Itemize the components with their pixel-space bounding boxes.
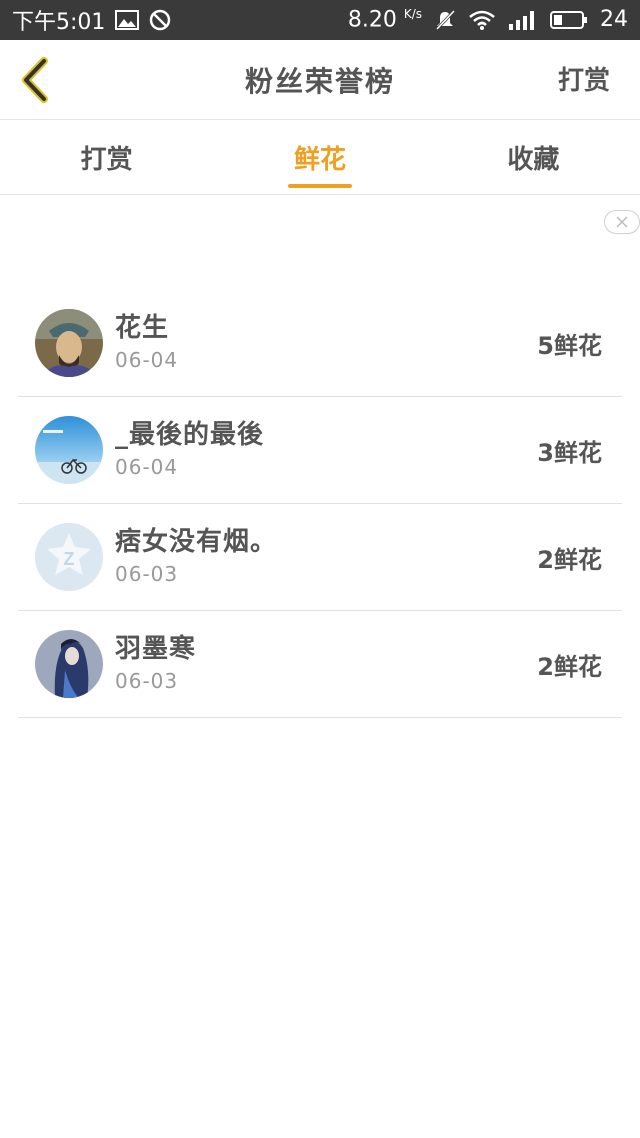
- avatar[interactable]: [35, 309, 103, 377]
- list-item[interactable]: 羽墨寒 06-03 2鲜花: [18, 611, 622, 718]
- user-name: _最後的最後: [115, 420, 265, 450]
- net-speed-value: 8.20: [347, 7, 397, 33]
- status-time: 下午5:01: [12, 10, 106, 35]
- tab-indicator: [287, 184, 352, 188]
- tab-flowers[interactable]: 鲜花: [213, 121, 426, 194]
- ad-close-button[interactable]: [604, 210, 640, 234]
- net-speed-unit: K/s: [403, 7, 422, 22]
- block-icon: [149, 9, 171, 31]
- tab-bar: 打赏 鲜花 收藏: [0, 121, 640, 195]
- wifi-icon: [468, 9, 496, 31]
- battery-level: 24: [600, 7, 628, 33]
- battery-icon: [550, 10, 588, 30]
- date: 06-04: [115, 348, 179, 372]
- flower-count: 5鲜花: [537, 331, 602, 360]
- list-item[interactable]: 花生 06-04 5鲜花: [18, 290, 622, 397]
- reward-button[interactable]: 打赏: [558, 60, 610, 97]
- signal-icon: [508, 10, 538, 30]
- chevron-left-icon: [22, 57, 48, 103]
- back-button[interactable]: [14, 54, 54, 106]
- status-bar: 下午5:01 8.20 K/s 24: [0, 0, 640, 40]
- tab-favorites[interactable]: 收藏: [427, 121, 640, 194]
- flower-count: 2鲜花: [537, 545, 602, 574]
- close-icon: [616, 216, 628, 228]
- avatar[interactable]: Z: [35, 523, 103, 591]
- tab-reward[interactable]: 打赏: [0, 121, 213, 194]
- mute-bell-icon: [434, 9, 456, 31]
- image-icon: [115, 10, 140, 30]
- avatar[interactable]: [35, 416, 103, 484]
- user-name: 花生: [115, 313, 170, 343]
- flower-count: 3鲜花: [537, 438, 602, 467]
- list-item[interactable]: _最後的最後 06-04 3鲜花: [18, 397, 622, 504]
- tab-label: 收藏: [507, 145, 560, 175]
- user-name: 羽墨寒: [115, 634, 197, 664]
- date: 06-03: [115, 669, 179, 693]
- user-name: 痞女没有烟。: [115, 527, 278, 557]
- page-title: 粉丝荣誉榜: [244, 64, 395, 98]
- tab-label: 打赏: [80, 145, 133, 175]
- fan-list: 花生 06-04 5鲜花 _最後的最後 06-04 3鲜花 Z 痞女没有烟。 0…: [18, 290, 622, 718]
- svg-text:Z: Z: [64, 549, 75, 569]
- date: 06-03: [115, 562, 179, 586]
- net-speed: 8.20 K/s: [348, 7, 422, 32]
- flower-count: 2鲜花: [537, 652, 602, 681]
- header: 粉丝荣誉榜 打赏: [0, 40, 640, 120]
- list-item[interactable]: Z 痞女没有烟。 06-03 2鲜花: [18, 504, 622, 611]
- avatar[interactable]: [35, 630, 103, 698]
- date: 06-04: [115, 455, 179, 479]
- tab-label: 鲜花: [293, 145, 346, 175]
